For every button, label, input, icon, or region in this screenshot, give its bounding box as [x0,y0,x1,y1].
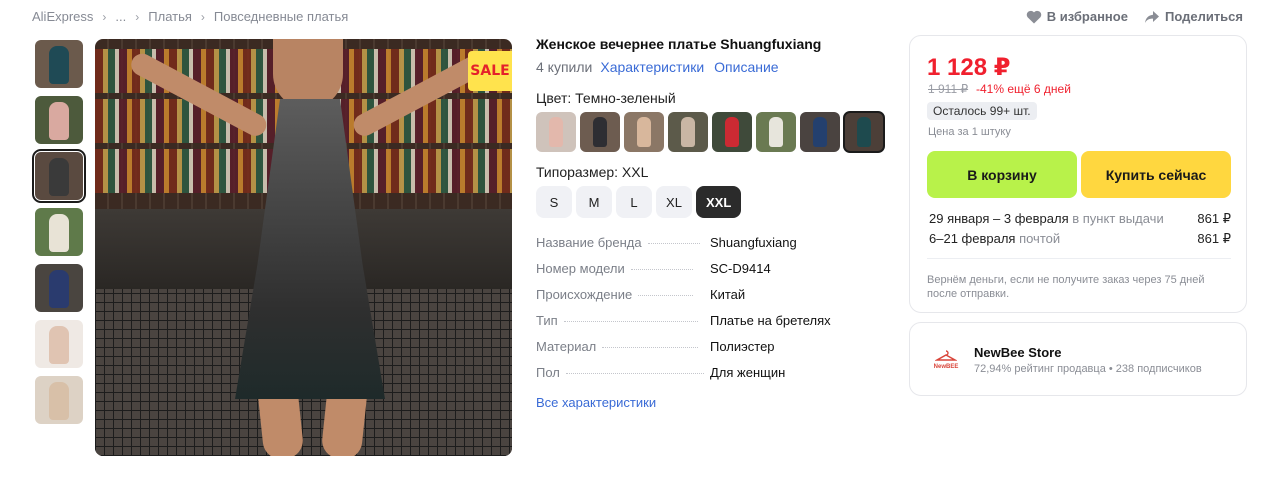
thumbnail-list [32,40,86,432]
per-unit-note: Цена за 1 штуку [928,126,1011,138]
breadcrumb-item-casual-dresses[interactable]: Повседневные платья [214,9,348,24]
sale-badge: SALE [468,51,512,91]
store-card[interactable]: NewBEE NewBee Store 72,94% рейтинг прода… [909,322,1247,396]
color-swatch[interactable] [712,112,752,152]
spec-row: Происхождение Китай [536,287,896,313]
share-icon [1144,10,1159,23]
spec-key: Тип [536,313,558,328]
size-options: S M L XL XXL [536,186,896,218]
characteristics-link[interactable]: Характеристики [600,59,704,75]
heart-icon [1026,10,1041,23]
store-stats: 72,94% рейтинг продавца • 238 подписчико… [974,363,1202,375]
size-option-m[interactable]: M [576,186,612,218]
store-logo: NewBEE [926,340,966,380]
stock-badge: Осталось 99+ шт. [927,102,1037,120]
favorite-button[interactable]: В избранное [1026,9,1128,24]
share-label: Поделиться [1164,9,1243,24]
spec-dots [602,347,699,348]
spec-value: Полиэстер [710,339,775,354]
spec-dots [565,373,704,374]
price-card: 1 128 ₽ 1 911 ₽ -41% ещё 6 дней Осталось… [909,35,1247,313]
delivery-price: 861 ₽ [1197,231,1231,246]
thumbnail[interactable] [35,264,83,312]
share-button[interactable]: Поделиться [1144,9,1243,24]
spec-dots [563,321,698,322]
product-title: Женское вечернее платье Shuangfuxiang [536,36,822,52]
spec-key: Пол [536,365,560,380]
delivery-method: почтой [1019,231,1061,246]
thumbnail-selected[interactable] [32,149,86,203]
breadcrumb-item-ellipsis[interactable]: ... [115,9,126,24]
size-option-s[interactable]: S [536,186,572,218]
spec-value: Shuangfuxiang [710,235,797,250]
spec-row: Название бренда Shuangfuxiang [536,235,896,261]
product-meta: 4 купили Характеристики Описание [536,59,896,75]
spec-key: Номер модели [536,261,625,276]
color-swatches [536,111,896,153]
bought-count: 4 купили [536,59,593,75]
breadcrumb-item-aliexpress[interactable]: AliExpress [32,9,93,24]
color-label: Цвет: Темно-зеленый [536,90,676,106]
spec-key: Название бренда [536,235,642,250]
color-swatch[interactable] [668,112,708,152]
delivery-dates: 6–21 февраля [929,231,1016,246]
delivery-method: в пункт выдачи [1072,211,1164,226]
discount-label: -41% ещё 6 дней [976,82,1071,96]
all-specs-link[interactable]: Все характеристики [536,395,896,410]
spec-value: SC-D9414 [710,261,771,276]
color-swatch[interactable] [624,112,664,152]
color-swatch[interactable] [800,112,840,152]
spec-value: Платье на бретелях [710,313,831,328]
spec-dots [638,295,694,296]
store-logo-text: NewBEE [933,364,959,370]
spec-row: Материал Полиэстер [536,339,896,365]
add-to-cart-button[interactable]: В корзину [927,151,1077,198]
color-swatch[interactable] [756,112,796,152]
chevron-right-icon: › [102,9,107,24]
size-option-xl[interactable]: XL [656,186,692,218]
delivery-price: 861 ₽ [1197,211,1231,226]
thumbnail[interactable] [35,208,83,256]
chevron-right-icon: › [200,9,205,24]
spec-key: Происхождение [536,287,633,302]
spec-value: Китай [710,287,746,302]
delivery-dates: 29 января – 3 февраля [929,211,1069,226]
thumbnail[interactable] [35,40,83,88]
spec-list: Название бренда Shuangfuxiang Номер моде… [536,235,896,391]
breadcrumb: AliExpress › ... › Платья › Повседневные… [32,9,348,24]
divider [927,258,1231,259]
thumbnail[interactable] [35,96,83,144]
product-info: Женское вечернее платье Shuangfuxiang 4 … [536,35,896,410]
thumbnail[interactable] [35,376,83,424]
favorite-label: В избранное [1046,9,1128,24]
store-name[interactable]: NewBee Store [974,345,1061,360]
spec-row: Тип Платье на бретелях [536,313,896,339]
spec-dots [647,243,700,244]
spec-row: Номер модели SC-D9414 [536,261,896,287]
spec-dots [630,269,693,270]
breadcrumb-item-dresses[interactable]: Платья [148,9,192,24]
color-swatch[interactable] [580,112,620,152]
current-price: 1 128 ₽ [927,54,1011,81]
top-actions: В избранное Поделиться [1010,9,1243,24]
delivery-option-pickup[interactable]: 29 января – 3 февраля в пункт выдачи 861… [929,211,1231,227]
size-label: Типоразмер: XXL [536,164,649,180]
spec-key: Материал [536,339,597,354]
chevron-right-icon: › [135,9,140,24]
spec-row: Пол Для женщин [536,365,896,391]
description-link[interactable]: Описание [714,59,778,75]
size-option-xxl[interactable]: XXL [696,186,742,218]
size-option-l[interactable]: L [616,186,652,218]
spec-value: Для женщин [710,365,786,380]
color-swatch[interactable] [536,112,576,152]
refund-note: Вернём деньги, если не получите заказ че… [927,274,1205,300]
color-swatch-selected[interactable] [843,111,885,153]
delivery-option-post[interactable]: 6–21 февраля почтой 861 ₽ [929,231,1231,247]
hanger-icon [935,350,957,361]
model-torso [273,39,343,109]
buy-now-button[interactable]: Купить сейчас [1081,151,1231,198]
old-price: 1 911 ₽ [928,82,969,96]
thumbnail[interactable] [35,320,83,368]
main-product-image[interactable]: SALE [95,39,512,456]
